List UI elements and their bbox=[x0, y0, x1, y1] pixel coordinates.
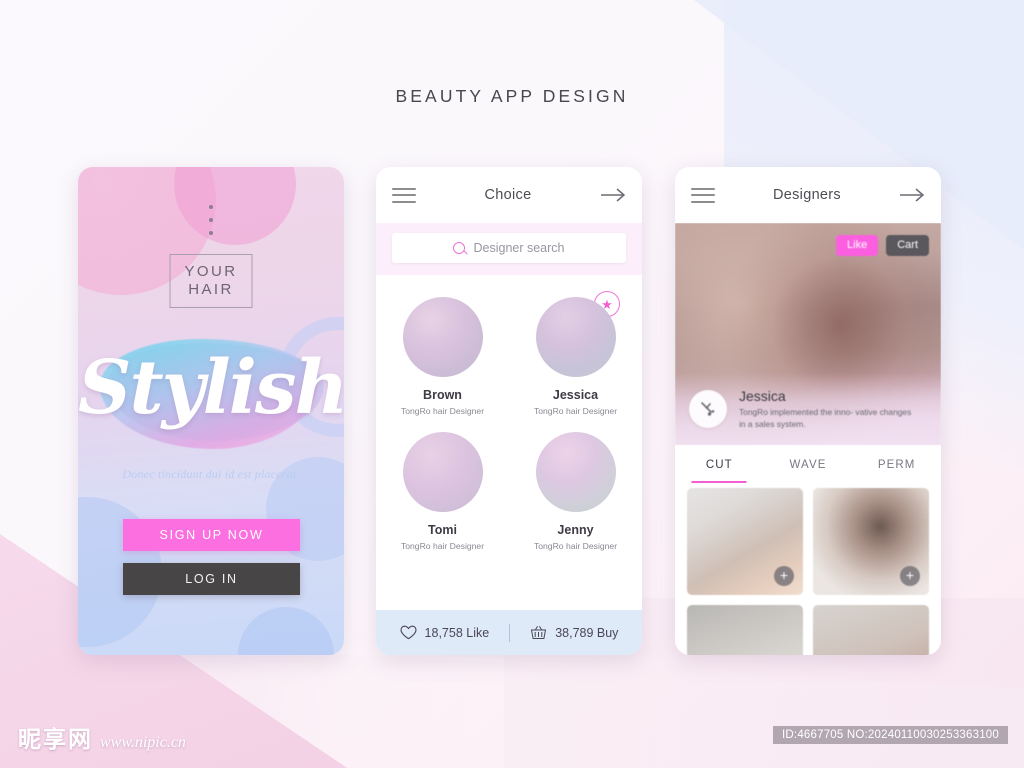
buy-count: 38,789 Buy bbox=[555, 625, 619, 640]
designer-role: TongRo hair Designer bbox=[400, 541, 485, 551]
arrow-right-icon[interactable] bbox=[899, 187, 925, 203]
designer-name: Tomi bbox=[428, 523, 457, 537]
choice-title: Choice bbox=[484, 187, 532, 203]
tab-wave[interactable]: WAVE bbox=[764, 445, 853, 484]
designer-avatar bbox=[402, 297, 483, 377]
page-title: BEAUTY APP DESIGN bbox=[395, 86, 629, 106]
choice-footer: 18,758 Like 38,789 Buy bbox=[376, 610, 642, 655]
designer-avatar bbox=[535, 432, 616, 512]
designer-card-tomi[interactable]: Tomi TongRo hair Designer bbox=[376, 432, 509, 567]
menu-icon-bar-1 bbox=[691, 187, 715, 190]
search-section: Designer search bbox=[376, 223, 642, 275]
tab-perm[interactable]: PERM bbox=[852, 445, 941, 484]
designers-appbar: Designers bbox=[675, 167, 941, 223]
brand-logo-line1: YOUR bbox=[184, 263, 238, 280]
add-icon[interactable]: + bbox=[900, 566, 920, 586]
designer-role: TongRo hair Designer bbox=[533, 541, 618, 551]
log-in-button[interactable]: LOG IN bbox=[123, 563, 300, 595]
designer-profile-description: TongRo implemented the inno- vative chan… bbox=[739, 406, 912, 429]
style-thumbnail[interactable]: + bbox=[687, 488, 803, 595]
cart-button[interactable]: Cart bbox=[886, 235, 929, 256]
phone-screen-splash: YOUR HAIR Stylish Donec tincidunt dui id… bbox=[78, 167, 344, 655]
watermark-id: ID:4667705 NO:20240110030253363100 bbox=[773, 726, 1008, 744]
add-icon[interactable]: + bbox=[774, 566, 794, 586]
designer-grid: Brown TongRo hair Designer ★ Jessica Ton… bbox=[376, 275, 642, 575]
designer-role: TongRo hair Designer bbox=[400, 406, 485, 416]
tab-cut[interactable]: CUT bbox=[675, 445, 764, 484]
splash-script-wordmark: Stylish bbox=[78, 345, 344, 431]
designer-row-2: Tomi TongRo hair Designer Jenny TongRo h… bbox=[376, 432, 642, 567]
designer-role: TongRo hair Designer bbox=[533, 406, 618, 416]
style-thumbnail[interactable]: + bbox=[813, 488, 929, 595]
arrow-right-icon[interactable] bbox=[600, 187, 626, 203]
dot-1 bbox=[209, 205, 213, 209]
designer-name: Brown bbox=[423, 388, 462, 402]
hero-action-buttons: Like Cart bbox=[836, 235, 929, 256]
menu-icon[interactable] bbox=[392, 187, 416, 203]
dot-3 bbox=[209, 231, 213, 235]
like-stat[interactable]: 18,758 Like bbox=[380, 625, 510, 640]
search-input[interactable]: Designer search bbox=[392, 233, 626, 263]
designer-profile-text: Jessica TongRo implemented the inno- vat… bbox=[739, 388, 917, 431]
designer-avatar bbox=[402, 432, 483, 512]
like-button[interactable]: Like bbox=[836, 235, 879, 256]
designer-name: Jessica bbox=[552, 388, 599, 402]
menu-icon-bar-3 bbox=[392, 200, 416, 203]
menu-icon-bar-2 bbox=[691, 194, 715, 196]
brand-logo-line2: HAIR bbox=[188, 280, 234, 298]
dot-2 bbox=[209, 218, 213, 222]
designer-card-jenny[interactable]: Jenny TongRo hair Designer bbox=[509, 432, 642, 567]
scissors-icon bbox=[689, 390, 727, 428]
designer-name: Jenny bbox=[557, 523, 594, 537]
phone-screen-choice: Choice Designer search Brown TongRo hair… bbox=[376, 167, 642, 655]
buy-stat[interactable]: 38,789 Buy bbox=[510, 625, 638, 640]
menu-icon-bar-1 bbox=[392, 187, 416, 190]
designer-avatar bbox=[535, 297, 616, 377]
sign-up-button[interactable]: SIGN UP NOW bbox=[123, 519, 300, 551]
brand-logo-box: YOUR HAIR bbox=[169, 254, 253, 309]
splash-tagline: Donec tincidunt dui id est placerat. bbox=[122, 467, 300, 481]
style-thumbnail[interactable] bbox=[687, 605, 803, 655]
basket-icon bbox=[531, 625, 547, 639]
search-placeholder: Designer search bbox=[473, 241, 565, 255]
menu-icon-bar-3 bbox=[691, 200, 715, 203]
choice-appbar: Choice bbox=[376, 167, 642, 223]
designer-card-jessica[interactable]: ★ Jessica TongRo hair Designer bbox=[509, 291, 642, 432]
menu-icon[interactable] bbox=[691, 187, 715, 203]
dots-decoration bbox=[78, 205, 344, 235]
designers-title: Designers bbox=[773, 187, 841, 203]
designer-card-brown[interactable]: Brown TongRo hair Designer bbox=[376, 297, 509, 432]
designer-hero-image: Like Cart Jessica TongRo implemented the… bbox=[675, 223, 941, 445]
designer-profile-name: Jessica bbox=[739, 387, 786, 404]
phone-screen-designers: Designers Like Cart Jessica TongRo imple… bbox=[675, 167, 941, 655]
designer-profile: Jessica TongRo implemented the inno- vat… bbox=[675, 373, 941, 445]
heart-icon bbox=[399, 625, 417, 640]
style-tabs: CUT WAVE PERM bbox=[675, 445, 941, 484]
style-thumbnail[interactable] bbox=[813, 605, 929, 655]
menu-icon-bar-2 bbox=[392, 194, 416, 196]
style-thumbnail-grid: + + bbox=[675, 484, 941, 655]
search-icon bbox=[453, 242, 466, 254]
designer-row-1: Brown TongRo hair Designer ★ Jessica Ton… bbox=[376, 291, 642, 432]
like-count: 18,758 Like bbox=[424, 625, 490, 640]
